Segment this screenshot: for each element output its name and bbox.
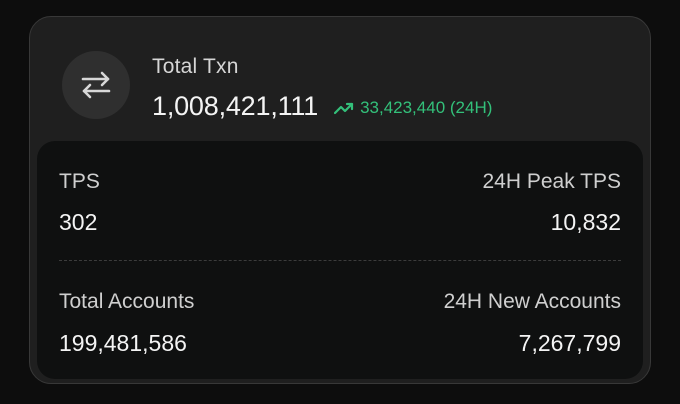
tps-value: 302 bbox=[59, 209, 98, 235]
txn-change-value: 33,423,440 (24H) bbox=[360, 98, 493, 117]
trend-up-icon bbox=[334, 102, 354, 115]
total-accounts-value: 199,481,586 bbox=[59, 330, 187, 356]
total-txn-card: Total Txn 1,008,421,111 33,423,440 (24H)… bbox=[29, 16, 651, 384]
total-txn-value-row: 1,008,421,111 33,423,440 (24H) bbox=[152, 91, 492, 122]
peak-tps-value: 10,832 bbox=[550, 209, 621, 235]
tps-label: TPS bbox=[59, 170, 100, 193]
swap-arrows-icon bbox=[62, 51, 130, 119]
new-accounts-value: 7,267,799 bbox=[518, 330, 621, 356]
stats-panel: TPS 302 24H Peak TPS 10,832 Total Accoun… bbox=[37, 141, 643, 379]
card-header: Total Txn 1,008,421,111 33,423,440 (24H) bbox=[30, 17, 650, 141]
stats-divider bbox=[59, 260, 621, 261]
peak-tps-label: 24H Peak TPS bbox=[482, 170, 621, 193]
total-accounts-label: Total Accounts bbox=[59, 290, 195, 313]
txn-change: 33,423,440 (24H) bbox=[334, 98, 492, 118]
total-txn-label: Total Txn bbox=[152, 55, 239, 78]
new-accounts-label: 24H New Accounts bbox=[443, 290, 621, 313]
total-txn-value: 1,008,421,111 bbox=[152, 91, 319, 121]
